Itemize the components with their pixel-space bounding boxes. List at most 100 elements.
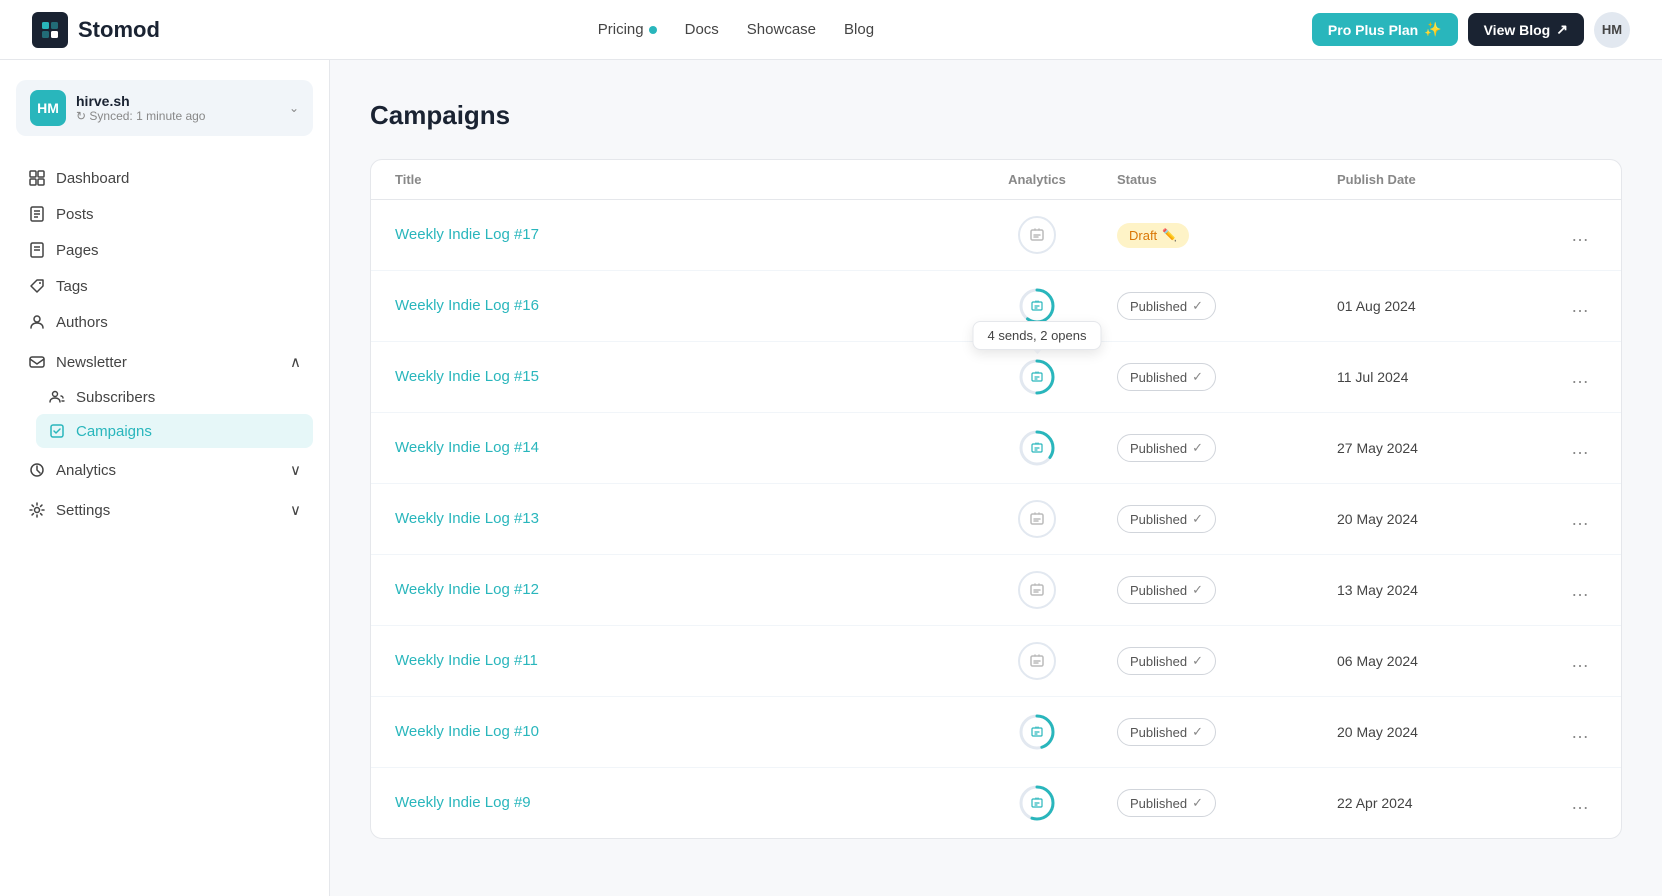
status-cell: Published✓	[1117, 292, 1337, 320]
analytics-plain-icon[interactable]	[1018, 500, 1056, 538]
publish-date: 22 Apr 2024	[1337, 795, 1537, 811]
analytics-cell	[957, 784, 1117, 822]
site-selector[interactable]: HM hirve.sh ↻ Synced: 1 minute ago ⌄	[16, 80, 313, 136]
campaign-link[interactable]: Weekly Indie Log #12	[395, 581, 539, 598]
more-actions-button[interactable]: …	[1563, 292, 1597, 321]
sidebar-item-label-authors: Authors	[56, 314, 301, 331]
campaign-link[interactable]: Weekly Indie Log #14	[395, 439, 539, 456]
analytics-group-header[interactable]: Analytics ∨	[16, 452, 313, 488]
more-actions-button[interactable]: …	[1563, 789, 1597, 818]
pro-plus-button[interactable]: Pro Plus Plan ✨	[1312, 13, 1458, 46]
status-badge: Published✓	[1117, 505, 1216, 533]
campaign-title-cell: Weekly Indie Log #11	[395, 652, 957, 670]
more-actions-button[interactable]: …	[1563, 576, 1597, 605]
check-icon: ✓	[1192, 511, 1203, 527]
actions-cell: …	[1537, 221, 1597, 250]
more-actions-button[interactable]: …	[1563, 363, 1597, 392]
status-badge: Published✓	[1117, 718, 1216, 746]
sidebar-item-subscribers[interactable]: Subscribers	[36, 380, 313, 414]
status-label: Published	[1130, 441, 1187, 456]
table-row: Weekly Indie Log #12Published✓13 May 202…	[371, 555, 1621, 626]
analytics-ring-svg[interactable]	[1018, 429, 1056, 467]
analytics-plain-icon[interactable]	[1018, 571, 1056, 609]
check-icon: ✓	[1192, 582, 1203, 598]
analytics-ring-wrapper[interactable]	[1018, 784, 1056, 822]
analytics-ring-wrapper[interactable]	[1018, 713, 1056, 751]
analytics-ring-svg[interactable]	[1018, 784, 1056, 822]
campaign-link[interactable]: Weekly Indie Log #17	[395, 226, 539, 243]
sidebar-item-label-dashboard: Dashboard	[56, 170, 301, 187]
nav-link-showcase[interactable]: Showcase	[747, 21, 816, 38]
nav-link-blog[interactable]: Blog	[844, 21, 874, 38]
campaign-link[interactable]: Weekly Indie Log #10	[395, 723, 539, 740]
pricing-dot	[649, 26, 657, 34]
analytics-group-label: Analytics	[56, 462, 280, 479]
newsletter-group-header[interactable]: Newsletter ∧	[16, 344, 313, 380]
campaigns-icon	[48, 422, 66, 440]
campaign-link[interactable]: Weekly Indie Log #9	[395, 794, 531, 811]
more-actions-button[interactable]: …	[1563, 718, 1597, 747]
settings-group-header[interactable]: Settings ∨	[16, 492, 313, 528]
sidebar-item-tags[interactable]: Tags	[16, 268, 313, 304]
actions-cell: …	[1537, 505, 1597, 534]
topnav-links: Pricing Docs Showcase Blog	[598, 21, 874, 38]
sidebar-item-posts[interactable]: Posts	[16, 196, 313, 232]
sidebar-item-label-posts: Posts	[56, 206, 301, 223]
site-info: hirve.sh ↻ Synced: 1 minute ago	[76, 93, 205, 123]
analytics-cell	[957, 713, 1117, 751]
publish-date: 11 Jul 2024	[1337, 369, 1537, 385]
publish-date: 27 May 2024	[1337, 440, 1537, 456]
subscribers-icon	[48, 388, 66, 406]
check-icon: ✓	[1192, 440, 1203, 456]
status-badge: Published✓	[1117, 363, 1216, 391]
analytics-plain-icon[interactable]	[1018, 216, 1056, 254]
more-actions-button[interactable]: …	[1563, 221, 1597, 250]
pages-icon	[28, 241, 46, 259]
campaign-link[interactable]: Weekly Indie Log #13	[395, 510, 539, 527]
chevron-down-analytics-icon: ∨	[290, 461, 301, 479]
col-header-status: Status	[1117, 172, 1337, 187]
analytics-ring-wrapper[interactable]	[1018, 287, 1056, 325]
col-header-title: Title	[395, 172, 957, 187]
analytics-ring-wrapper[interactable]	[1018, 429, 1056, 467]
status-badge: Published✓	[1117, 576, 1216, 604]
analytics-ring-svg[interactable]	[1018, 713, 1056, 751]
analytics-ring-wrapper[interactable]: 4 sends, 2 opens	[1018, 358, 1056, 396]
view-blog-button[interactable]: View Blog ↗	[1468, 13, 1584, 46]
check-icon: ✓	[1192, 298, 1203, 314]
status-label: Published	[1130, 370, 1187, 385]
logo-link[interactable]: Stomod	[32, 12, 160, 48]
check-icon: ✓	[1192, 795, 1203, 811]
col-header-analytics: Analytics	[957, 172, 1117, 187]
edit-icon: ✏️	[1162, 228, 1177, 242]
nav-link-docs[interactable]: Docs	[685, 21, 719, 38]
analytics-ring-svg[interactable]	[1018, 287, 1056, 325]
sidebar-item-dashboard[interactable]: Dashboard	[16, 160, 313, 196]
more-actions-button[interactable]: …	[1563, 505, 1597, 534]
newsletter-children: Subscribers Campaigns	[16, 380, 313, 448]
campaign-link[interactable]: Weekly Indie Log #16	[395, 297, 539, 314]
status-badge: Published✓	[1117, 292, 1216, 320]
newsletter-group-label: Newsletter	[56, 354, 280, 371]
chevron-up-icon: ∧	[290, 353, 301, 371]
campaign-link[interactable]: Weekly Indie Log #11	[395, 652, 538, 669]
more-actions-button[interactable]: …	[1563, 434, 1597, 463]
sidebar: HM hirve.sh ↻ Synced: 1 minute ago ⌄ Das…	[0, 60, 330, 896]
status-badge[interactable]: Draft✏️	[1117, 223, 1189, 248]
analytics-ring-svg[interactable]	[1018, 358, 1056, 396]
more-actions-button[interactable]: …	[1563, 647, 1597, 676]
status-cell: Published ✓	[1117, 434, 1337, 462]
actions-cell: …	[1537, 718, 1597, 747]
user-icon	[28, 313, 46, 331]
campaign-link[interactable]: Weekly Indie Log #15	[395, 368, 539, 385]
sidebar-item-pages[interactable]: Pages	[16, 232, 313, 268]
sidebar-item-authors[interactable]: Authors	[16, 304, 313, 340]
analytics-cell: 4 sends, 2 opens	[957, 358, 1117, 396]
sidebar-item-campaigns[interactable]: Campaigns	[36, 414, 313, 448]
settings-group-label: Settings	[56, 502, 280, 519]
user-avatar-button[interactable]: HM	[1594, 12, 1630, 48]
status-cell: Published✓	[1117, 789, 1337, 817]
analytics-plain-icon[interactable]	[1018, 642, 1056, 680]
col-header-date: Publish Date	[1337, 172, 1537, 187]
nav-link-pricing[interactable]: Pricing	[598, 21, 657, 38]
